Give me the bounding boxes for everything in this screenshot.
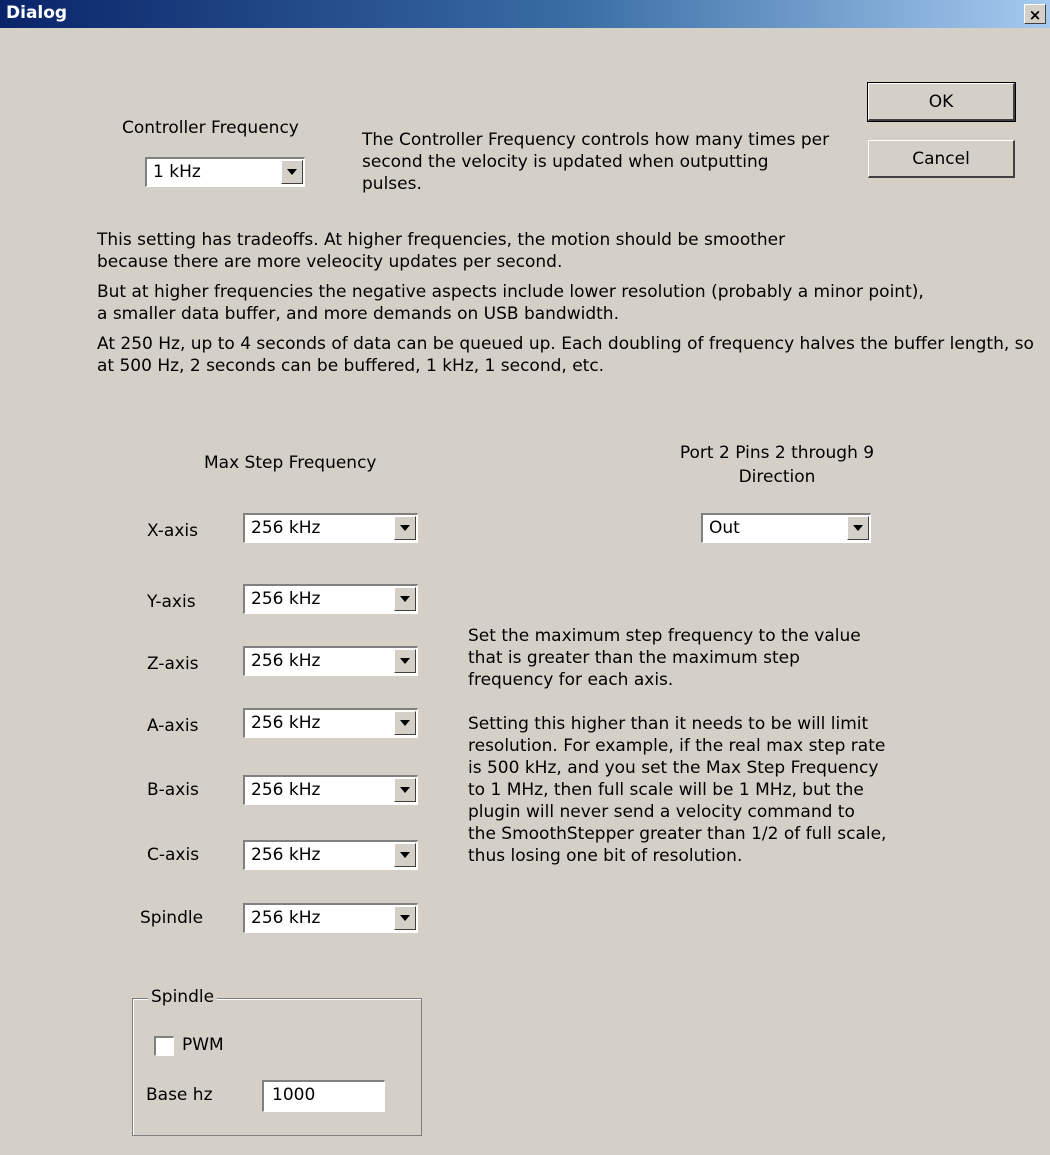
chevron-down-icon[interactable] [394,649,416,673]
z-axis-label: Z-axis [147,654,199,674]
c-axis-frequency-value: 256 kHz [251,845,321,865]
chevron-down-icon[interactable] [394,516,416,540]
port-direction-value: Out [709,518,740,538]
port-direction-label-line2: Direction [738,467,816,487]
port-direction-select[interactable]: Out [701,513,871,543]
spindle-axis-label: Spindle [140,908,204,928]
x-axis-frequency-value: 256 kHz [251,518,321,538]
close-button[interactable]: × [1024,4,1046,24]
controller-frequency-description: The Controller Frequency controls how ma… [362,130,830,194]
cancel-button[interactable]: Cancel [868,140,1015,178]
base-hz-label: Base hz [146,1085,213,1105]
chevron-down-icon[interactable] [847,516,869,540]
pwm-checkbox[interactable] [154,1036,174,1056]
spindle-groupbox [132,998,422,1136]
pwm-label: PWM [182,1035,224,1055]
x-axis-frequency-select[interactable]: 256 kHz [243,513,418,543]
buffer-paragraph: At 250 Hz, up to 4 seconds of data can b… [97,334,1034,376]
b-axis-frequency-value: 256 kHz [251,780,321,800]
resolution-info-paragraph: Setting this higher than it needs to be … [468,714,887,866]
chevron-down-icon[interactable] [394,906,416,930]
z-axis-frequency-select[interactable]: 256 kHz [243,646,418,676]
z-axis-frequency-value: 256 kHz [251,651,321,671]
chevron-down-icon[interactable] [394,711,416,735]
x-axis-label: X-axis [147,521,198,541]
b-axis-frequency-select[interactable]: 256 kHz [243,775,418,805]
max-step-frequency-label: Max Step Frequency [204,453,377,473]
base-hz-input[interactable]: 1000 [262,1080,385,1112]
title-bar: Dialog × [0,0,1050,28]
c-axis-frequency-select[interactable]: 256 kHz [243,840,418,870]
b-axis-label: B-axis [147,780,199,800]
a-axis-label: A-axis [147,716,199,736]
controller-frequency-value: 1 kHz [153,162,201,182]
controller-frequency-label: Controller Frequency [122,118,299,138]
max-step-info-paragraph: Set the maximum step frequency to the va… [468,626,861,690]
spindle-group-label: Spindle [148,987,218,1007]
tradeoffs-paragraph: This setting has tradeoffs. At higher fr… [97,230,786,272]
chevron-down-icon[interactable] [394,778,416,802]
c-axis-label: C-axis [147,845,200,865]
negative-aspects-paragraph: But at higher frequencies the negative a… [97,282,924,324]
y-axis-frequency-select[interactable]: 256 kHz [243,584,418,614]
chevron-down-icon[interactable] [394,587,416,611]
a-axis-frequency-select[interactable]: 256 kHz [243,708,418,738]
y-axis-frequency-value: 256 kHz [251,589,321,609]
window-title: Dialog [6,3,68,23]
ok-button[interactable]: OK [867,82,1016,122]
y-axis-label: Y-axis [147,592,196,612]
port-direction-label-line1: Port 2 Pins 2 through 9 [679,443,875,463]
controller-frequency-select[interactable]: 1 kHz [145,157,305,187]
chevron-down-icon[interactable] [281,160,303,184]
spindle-frequency-value: 256 kHz [251,908,321,928]
spindle-frequency-select[interactable]: 256 kHz [243,903,418,933]
a-axis-frequency-value: 256 kHz [251,713,321,733]
chevron-down-icon[interactable] [394,843,416,867]
